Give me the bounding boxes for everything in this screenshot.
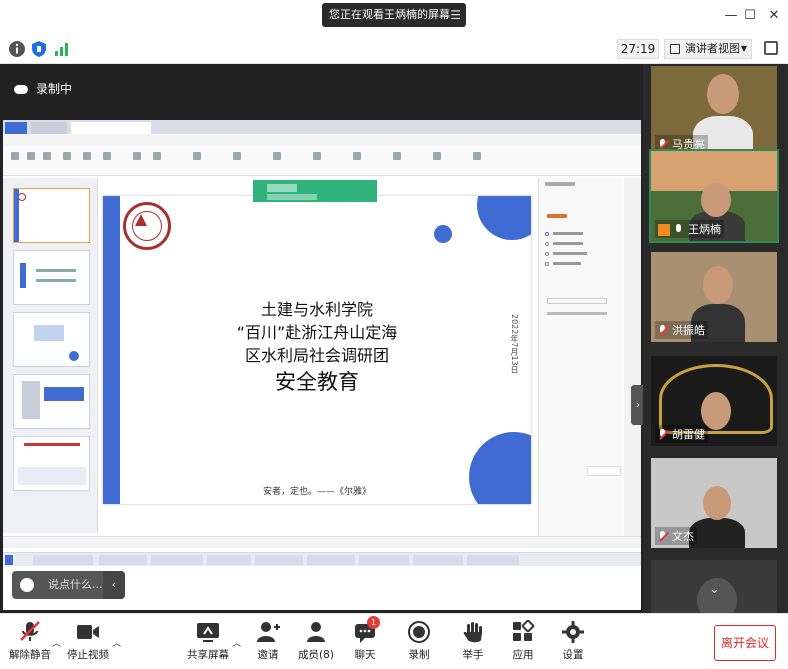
meeting-toolbar: 27:19 演讲者视图 ▼ — [0, 34, 788, 64]
participant-name: 文杰 — [672, 530, 694, 543]
apps-icon — [510, 619, 536, 644]
record-label: 录制 — [408, 649, 430, 661]
participant-name: 王炳楠 — [688, 223, 721, 236]
participant-panel: 马贵亮 王炳楠 洪振皓 胡雷健 文杰 ⌄ — [643, 64, 788, 652]
slide-quote: 安者，定也。——《尔雅》 — [262, 487, 371, 497]
slide-title-line1: 土建与水利学院 — [260, 300, 373, 319]
members-icon — [303, 620, 329, 644]
slide-thumbnails — [3, 178, 98, 533]
university-logo — [123, 202, 171, 250]
settings-label: 设置 — [562, 649, 584, 661]
participant-name: 胡雷健 — [672, 428, 705, 441]
participant-tile[interactable]: 王炳楠 — [649, 149, 779, 243]
chevron-up-icon[interactable]: ︿ — [112, 636, 121, 649]
share-banner-text: 您正在观看王炳楠的屏幕 — [329, 8, 450, 21]
chat-button[interactable]: 1 聊天 — [335, 616, 395, 662]
cloud-icon — [14, 85, 28, 94]
app-tab — [71, 122, 151, 134]
mic-muted-icon — [658, 325, 668, 337]
record-icon — [406, 620, 432, 644]
chat-label: 聊天 — [354, 649, 376, 661]
mic-muted-icon — [658, 429, 668, 441]
avatar — [658, 224, 670, 236]
title-bar: 您正在观看王炳楠的屏幕 ☰ — ☐ ✕ — [0, 0, 788, 34]
view-mode-label: 演讲者视图 — [685, 42, 740, 55]
chat-badge: 1 — [367, 616, 380, 629]
chat-input-placeholder: 说点什么... — [48, 578, 103, 591]
shared-presentation-app: 土建与水利学院 “百川”赴浙江舟山定海 区水利局社会调研团 安全教育 2022年… — [3, 120, 645, 610]
unmute-label: 解除静音 — [9, 649, 51, 661]
share-screen-button[interactable]: 共享屏幕 — [178, 620, 238, 662]
app-tab — [31, 122, 67, 134]
app-ribbon — [3, 146, 641, 176]
participant-tile[interactable]: 文杰 — [649, 456, 779, 550]
slide-date: 2022年7月13日 — [510, 314, 519, 374]
shared-screen: 录制中 土建与水利学院 “百川”赴浙江舟山定海 区水利局社会调研团 安全教育 2… — [0, 64, 645, 613]
signal-icon[interactable] — [53, 40, 71, 58]
maximize-button[interactable]: ☐ — [740, 6, 760, 26]
slide-thumbnail[interactable] — [13, 188, 90, 243]
participant-tile[interactable]: 马贵亮 — [649, 64, 779, 158]
slide-title-line4: 安全教育 — [275, 370, 359, 394]
share-screen-icon — [195, 620, 221, 644]
stop-video-label: 停止视频 — [67, 649, 109, 661]
slide-title-line3: 区水利局社会调研团 — [244, 346, 389, 365]
fullscreen-icon[interactable] — [764, 41, 778, 55]
hand-icon — [460, 620, 486, 644]
slide-title-line2: “百川”赴浙江舟山定海 — [236, 323, 398, 342]
slide-thumbnail[interactable] — [13, 374, 90, 429]
mic-muted-icon — [658, 531, 668, 543]
control-bar: 解除静音 ︿ 停止视频 ︿ 共享屏幕 ︿ 邀请 成员(8) 1 聊天 录制 举手… — [0, 613, 788, 669]
share-screen-label: 共享屏幕 — [187, 649, 229, 661]
meeting-timer: 27:19 — [617, 39, 659, 59]
chevron-down-icon[interactable]: ⌄ — [709, 582, 720, 597]
gear-icon — [560, 620, 586, 644]
record-button[interactable]: 录制 — [389, 620, 449, 662]
app-menu — [3, 134, 641, 146]
close-button[interactable]: ✕ — [764, 6, 784, 26]
unmute-button[interactable]: 解除静音 — [0, 620, 60, 662]
app-status-bar — [3, 536, 641, 548]
recording-label: 录制中 — [36, 82, 73, 96]
participant-name: 洪振皓 — [672, 324, 705, 337]
leave-meeting-button[interactable]: 离开会议 — [714, 625, 776, 661]
chevron-left-icon[interactable]: ‹ — [103, 571, 125, 599]
info-icon[interactable] — [8, 40, 26, 58]
participant-tile[interactable]: 洪振皓 — [649, 250, 779, 344]
mic-icon — [674, 224, 684, 236]
shield-icon[interactable] — [30, 40, 48, 58]
stop-video-button[interactable]: 停止视频 — [58, 620, 118, 662]
grid-icon — [670, 44, 680, 54]
add-user-icon — [255, 620, 281, 644]
app-tab — [5, 122, 27, 134]
chevron-down-icon: ▼ — [740, 44, 747, 53]
video-camera-icon — [75, 620, 101, 644]
side-icon-strip — [624, 178, 641, 542]
properties-pane — [538, 178, 622, 542]
slide-thumbnail[interactable] — [13, 250, 90, 305]
mic-muted-icon — [17, 620, 43, 644]
slide-thumbnail[interactable] — [13, 436, 90, 491]
app-tabs — [3, 120, 641, 134]
view-mode-dropdown[interactable]: 演讲者视图 ▼ — [664, 39, 752, 59]
meeting-window: 您正在观看王炳楠的屏幕 ☰ — ☐ ✕ 27:19 演讲者视图 ▼ 录制中 土建… — [0, 0, 788, 669]
menu-icon[interactable]: ☰ — [450, 3, 461, 27]
app-popup — [253, 180, 377, 202]
slide-thumbnail[interactable] — [13, 312, 90, 367]
minimize-button[interactable]: — — [721, 6, 741, 26]
chat-icon: 1 — [352, 616, 380, 644]
recording-indicator: 录制中 — [14, 80, 72, 97]
share-banner[interactable]: 您正在观看王炳楠的屏幕 ☰ — [322, 3, 466, 27]
emoji-icon[interactable] — [20, 578, 34, 592]
chat-input[interactable]: 说点什么... ‹ — [12, 571, 125, 599]
settings-button[interactable]: 设置 — [543, 620, 603, 662]
current-slide: 土建与水利学院 “百川”赴浙江舟山定海 区水利局社会调研团 安全教育 2022年… — [103, 196, 531, 504]
windows-taskbar — [3, 552, 641, 566]
participant-tile[interactable]: 胡雷健 — [649, 354, 779, 448]
